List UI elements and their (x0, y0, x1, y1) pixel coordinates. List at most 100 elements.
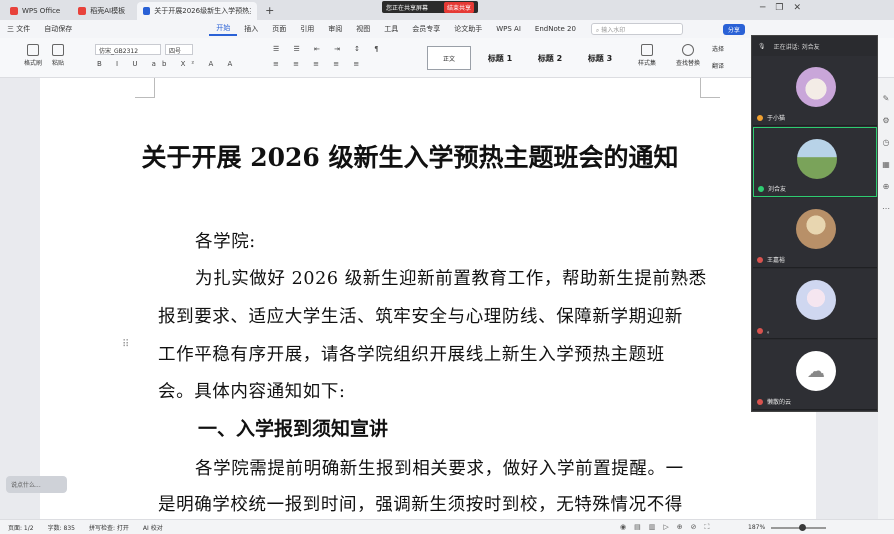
magnifier-icon (682, 44, 694, 56)
font-format-buttons[interactable]: B I U ab X² A A (97, 60, 238, 68)
paragraph-line[interactable]: 是明确学校统一报到时间，强调新生须按时到校，无特殊情况不得 (158, 491, 683, 516)
select-button[interactable]: 选择 (712, 44, 724, 53)
search-placeholder: 输入水印 (601, 27, 626, 34)
participant-name-row: 王嘉裕 (757, 255, 785, 264)
paragraph-line[interactable]: 会。具体内容通知如下: (158, 378, 346, 403)
style-heading-2[interactable]: 标题 2 (528, 46, 572, 70)
paragraph-line[interactable]: 为扎实做好 2026 级新生迎新前置教育工作，帮助新生提前熟悉 (195, 265, 707, 290)
mic-icon: 🎙 (758, 42, 766, 50)
menu-item-home[interactable]: 开始 (209, 23, 238, 36)
style-set-button[interactable]: 样式集 (638, 44, 656, 67)
wps-logo-icon (10, 7, 18, 15)
participant-tile[interactable]: 王嘉裕 (753, 198, 877, 268)
clipboard-icon (52, 44, 64, 56)
find-replace-label: 查找替换 (676, 60, 701, 67)
menu-item-wps-ai[interactable]: WPS AI (489, 25, 528, 33)
participant-name: 于小猫 (767, 115, 786, 122)
paragraph-line[interactable]: 工作平稳有序开展，请各学院组织开展线上新生入学预热主题班 (158, 341, 665, 366)
menu-item-references[interactable]: 引用 (293, 24, 321, 34)
participant-tile[interactable]: 于小猫 (753, 56, 877, 126)
paragraph-drag-handle-icon[interactable]: ⠿ (122, 339, 129, 350)
stop-sharing-button[interactable]: 结束共享 (444, 1, 475, 13)
participant-name-row: 懒散的云 (757, 397, 791, 406)
tab-docer-ai-template[interactable]: 稻壳AI模板 (72, 2, 131, 20)
margin-corner-top-right (700, 78, 720, 98)
search-box[interactable]: ⌕ 输入水印 (590, 23, 683, 35)
document-title[interactable]: 关于开展 2026 级新生入学预热主题班会的通知 (40, 138, 780, 174)
format-painter-label: 格式刷 (24, 60, 43, 67)
cat-avatar-icon (796, 67, 836, 107)
mic-muted-icon (757, 327, 763, 334)
menu-item-page[interactable]: 页面 (265, 24, 293, 34)
font-name-select[interactable]: 仿宋_GB2312 (95, 44, 161, 55)
participant-name-row: 于小猫 (757, 113, 785, 122)
paste-button[interactable]: 粘贴 (52, 44, 64, 67)
maximize-icon[interactable]: ❐ (775, 3, 793, 13)
word-doc-icon (143, 7, 151, 15)
salutation[interactable]: 各学院: (195, 228, 256, 253)
side-tool-icons[interactable]: ✎ ⚙ ◷ ▦ ⊕ ⋯ (878, 78, 894, 220)
meeting-speaking-header: 🎙 正在讲话: 刘合友 (752, 36, 877, 56)
participant-name: 王嘉裕 (767, 257, 786, 264)
cloud-avatar-icon: ☁ (796, 351, 836, 391)
brush-icon (27, 44, 39, 56)
share-button[interactable]: 分享 (722, 23, 745, 35)
share-status-text: 您正在共享屏幕 (386, 4, 429, 12)
menu-item-paper-assistant[interactable]: 论文助手 (447, 24, 489, 34)
window-controls: ─❐✕ (760, 3, 811, 13)
tab-label: 稻壳AI模板 (90, 7, 126, 15)
style-set-label: 样式集 (638, 60, 657, 67)
voice-input-pill[interactable]: 说点什么... (6, 476, 67, 493)
menu-item-review[interactable]: 审阅 (321, 24, 349, 34)
tab-wps-office[interactable]: WPS Office (4, 2, 66, 20)
style-normal[interactable]: 正文 (427, 46, 471, 70)
tab-label: 关于开展2026级新生入学预热主... (154, 7, 251, 15)
ai-proofread-button[interactable]: AI 校对 (143, 523, 163, 532)
paragraph-line[interactable]: 各学院需提前明确新生报到相关要求，做好入学前置提醒。一 (195, 455, 684, 480)
translate-label: 翻译 (712, 63, 725, 70)
style-set-icon (641, 44, 653, 56)
participant-name: 刘合友 (768, 186, 787, 193)
mic-muted-icon (757, 114, 763, 121)
field-photo-avatar-icon (797, 139, 837, 179)
zoom-level[interactable]: 187% (748, 524, 765, 531)
spellcheck-status[interactable]: 拼写检查: 打开 (89, 523, 129, 532)
anime-avatar-icon (796, 280, 836, 320)
section-heading[interactable]: 一、入学报到须知宣讲 (198, 414, 388, 441)
menu-item-insert[interactable]: 插入 (237, 24, 265, 34)
menu-item-endnote[interactable]: EndNote 20 (528, 25, 583, 33)
participant-name-row: 刘合友 (758, 184, 786, 193)
document-page[interactable]: 关于开展 2026 级新生入学预热主题班会的通知 各学院: 为扎实做好 2026… (40, 78, 816, 519)
zoom-slider-handle[interactable] (799, 524, 806, 531)
paragraph-line[interactable]: 报到要求、适应大学生活、筑牢安全与心理防线、保障新学期迎新 (158, 303, 683, 328)
new-tab-button[interactable]: + (265, 4, 274, 17)
word-count[interactable]: 字数: 835 (48, 523, 75, 532)
meeting-panel: 🎙 正在讲话: 刘合友 于小猫 刘合友 王嘉裕 。 ☁ 懒散的云 (751, 35, 878, 412)
style-heading-1[interactable]: 标题 1 (478, 46, 522, 70)
minimize-icon[interactable]: ─ (760, 3, 775, 13)
paste-label: 粘贴 (52, 60, 65, 67)
participant-tile[interactable]: ☁ 懒散的云 (753, 340, 877, 410)
margin-corner-top-left (135, 78, 155, 98)
menu-item-tools[interactable]: 工具 (377, 24, 405, 34)
find-replace-button[interactable]: 查找替换 (676, 44, 700, 67)
align-buttons[interactable]: ≡ ≡ ≡ ≡ ≡ (273, 60, 365, 68)
menu-item-view[interactable]: 视图 (349, 24, 377, 34)
file-menu[interactable]: 三 文件 (0, 24, 37, 34)
close-icon[interactable]: ✕ (794, 3, 812, 13)
participant-tile[interactable]: 刘合友 (753, 127, 877, 197)
translate-button[interactable]: 翻译 (712, 61, 724, 70)
mic-muted-icon (757, 256, 763, 263)
style-heading-3[interactable]: 标题 3 (578, 46, 622, 70)
menu-item-member[interactable]: 会员专享 (405, 24, 447, 34)
page-indicator[interactable]: 页面: 1/2 (8, 523, 34, 532)
tab-document[interactable]: 关于开展2026级新生入学预热主... (137, 2, 258, 20)
status-bar: 页面: 1/2 字数: 835 拼写检查: 打开 AI 校对 ◉▤▥▷⊕⊘⛶ 1… (0, 519, 894, 534)
autosave-toggle[interactable]: 自动保存 (37, 24, 79, 34)
format-painter-button[interactable]: 格式刷 (24, 44, 42, 67)
font-size-select[interactable]: 四号 (165, 44, 193, 55)
paragraph-buttons[interactable]: ☰ ☰ ⇤ ⇥ ↕ ¶ (273, 45, 385, 53)
speaking-name: 刘合友 (801, 43, 820, 51)
participant-tile[interactable]: 。 (753, 269, 877, 339)
view-mode-icons[interactable]: ◉▤▥▷⊕⊘⛶ (620, 523, 717, 532)
